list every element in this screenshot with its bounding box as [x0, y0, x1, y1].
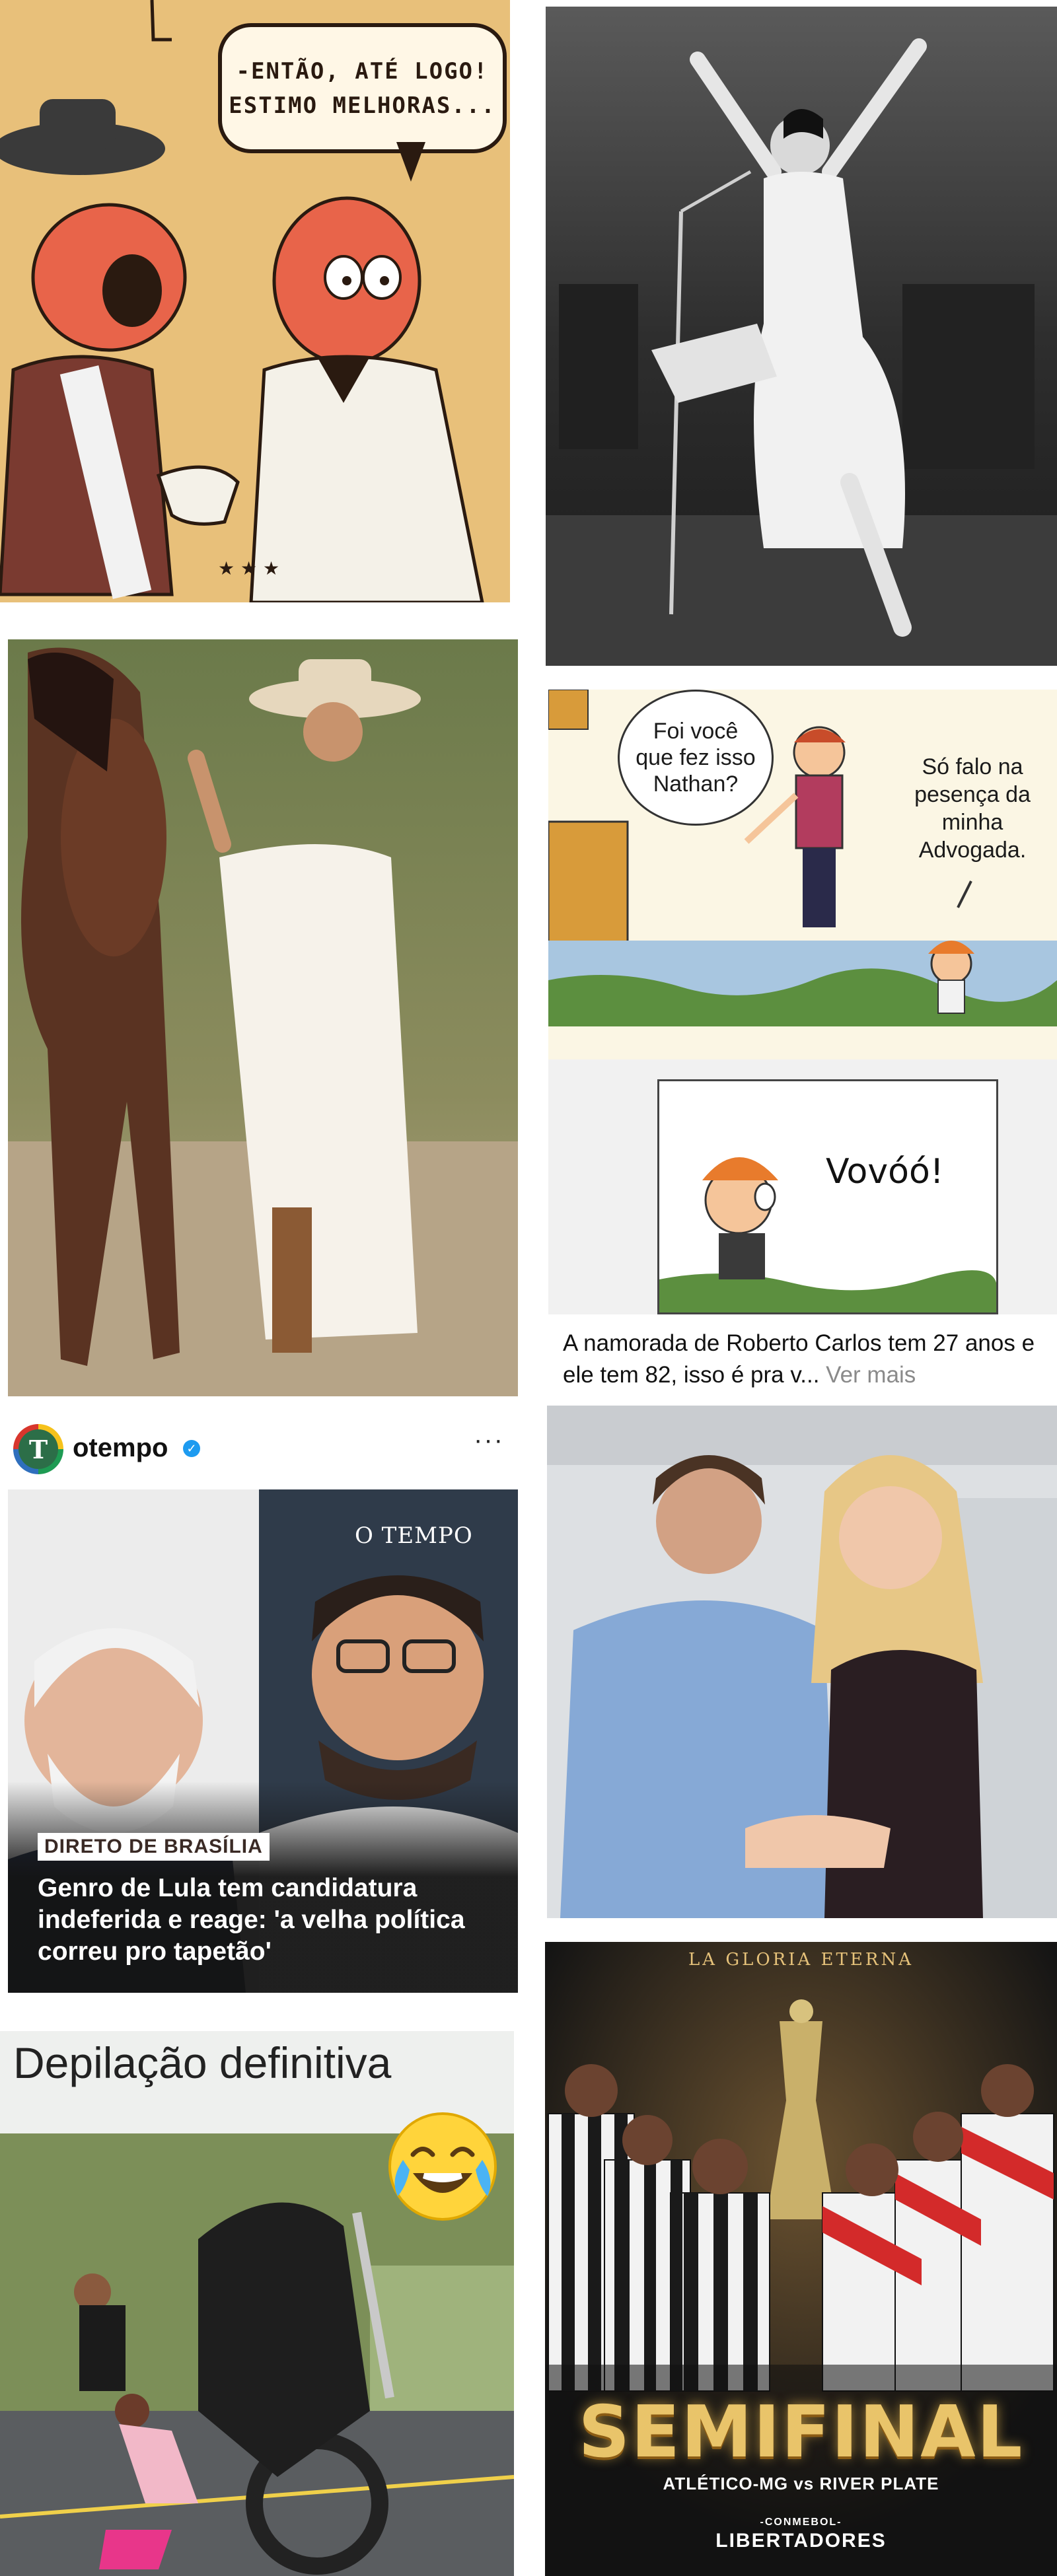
- post-header: T otempo ✓ ···: [8, 1420, 518, 1486]
- comic-panel-2: [657, 1079, 998, 1314]
- news-post-tile[interactable]: O TEMPO DIRETO DE BRASÍLIA Genro de Lula…: [8, 1489, 518, 1993]
- comic-strip-tile[interactable]: Foi você que fez isso Nathan? Só falo na…: [548, 690, 1057, 1314]
- speech-line-1: -ENTÃO, ATÉ LOGO!: [236, 57, 489, 85]
- more-options-icon[interactable]: ···: [474, 1425, 504, 1455]
- laughing-emoji-icon: [388, 2112, 497, 2221]
- bubble-left-line-3: Nathan?: [653, 771, 739, 797]
- competition-label: LIBERTADORES: [715, 2530, 887, 2552]
- account-handle[interactable]: otempo: [73, 1433, 168, 1463]
- speech-line-2: ESTIMO MELHORAS...: [229, 92, 496, 119]
- poster-top-text: LA GLORIA ETERNA: [688, 1950, 914, 1970]
- cartoon-tile[interactable]: ★ ★ ★ -ENTÃO, ATÉ LOGO! ESTIMO MELHORAS.…: [0, 0, 510, 602]
- verified-badge-icon: ✓: [183, 1440, 200, 1457]
- poster-title: SEMIFINAL: [578, 2391, 1024, 2474]
- couple-photo: [547, 1406, 1057, 1918]
- see-more-link[interactable]: Ver mais: [826, 1362, 916, 1388]
- otempo-watermark: O TEMPO: [355, 1522, 473, 1549]
- bubble-right-line-3: minha: [941, 810, 1003, 835]
- bubble-right-line-2: pesença da: [914, 782, 1031, 807]
- post-caption[interactable]: A namorada de Roberto Carlos tem 27 anos…: [563, 1328, 1052, 1391]
- couple-photo-tile[interactable]: [547, 1406, 1057, 1918]
- bubble-right-line-4: Advogada.: [918, 838, 1027, 863]
- speech-text-kid: Só falo na pesença da minha Advogada.: [893, 733, 1052, 884]
- comic-panel-2-art: [659, 1081, 996, 1312]
- singer-photo: [546, 7, 1057, 666]
- speech-bubble-mother: Foi você que fez isso Nathan?: [618, 690, 774, 826]
- svg-text:★ ★ ★: ★ ★ ★: [218, 557, 279, 579]
- meme-title: Depilação definitiva: [13, 2038, 392, 2087]
- news-headline: Genro de Lula tem candidatura indeferida…: [38, 1874, 465, 1966]
- libertadores-poster-tile[interactable]: LA GLORIA ETERNA SEMIFINAL ATLÉTICO-MG v…: [545, 1942, 1057, 2576]
- conmebol-label: -CONMEBOL-: [760, 2517, 842, 2528]
- comic-panel-1: Foi você que fez isso Nathan? Só falo na…: [548, 690, 1057, 1059]
- bubble-right-line-1: Só falo na: [922, 754, 1023, 779]
- speech-bubble-tail: [396, 142, 425, 182]
- speech-bubble: -ENTÃO, ATÉ LOGO! ESTIMO MELHORAS...: [218, 23, 507, 153]
- caption-text: A namorada de Roberto Carlos tem 27 anos…: [563, 1330, 1035, 1388]
- category-tag: DIRETO DE BRASÍLIA: [38, 1833, 270, 1861]
- singer-photo-tile[interactable]: [546, 7, 1057, 666]
- bubble-left-line-2: que fez isso: [636, 745, 756, 770]
- avatar-letter: T: [18, 1429, 58, 1469]
- horse-photo-tile[interactable]: [8, 639, 518, 1396]
- comic-panel-2-text: Vovóó!: [826, 1152, 944, 1192]
- woman-horse-photo: [8, 639, 518, 1396]
- poster-match: ATLÉTICO-MG vs RIVER PLATE: [663, 2474, 939, 2493]
- otempo-avatar[interactable]: T: [13, 1424, 63, 1474]
- meme-tile[interactable]: Depilação definitiva: [0, 2031, 514, 2576]
- bubble-left-line-1: Foi você: [653, 719, 739, 744]
